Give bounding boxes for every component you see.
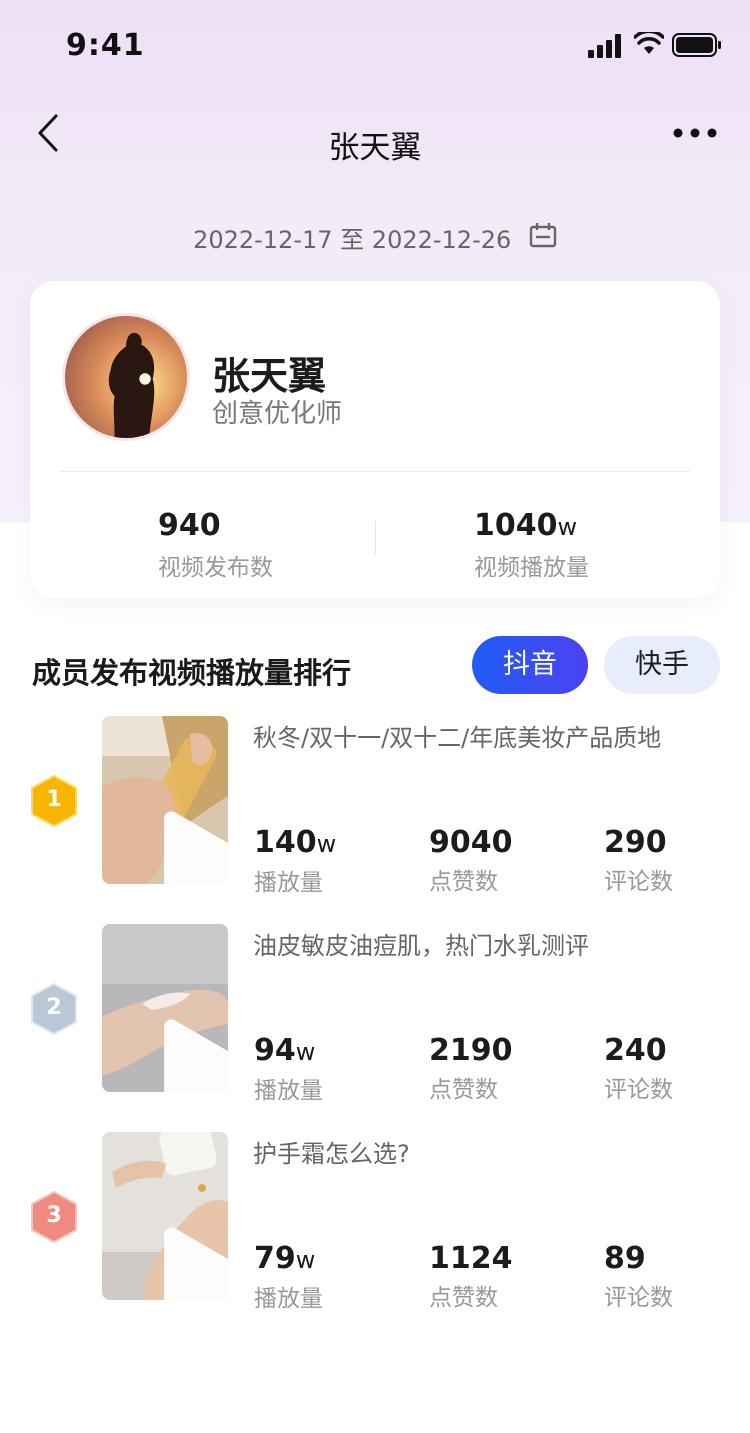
video-thumbnail[interactable]: [102, 716, 228, 884]
video-title: 秋冬/双十一/双十二/年底美妆产品质地: [253, 724, 662, 752]
date-range-selector[interactable]: 2022-12-17 至 2022-12-26: [0, 220, 750, 255]
rank-number: 3: [46, 1203, 62, 1228]
video-title: 油皮敏皮油痘肌，热门水乳测评: [253, 932, 589, 960]
stat-video-plays: 1040w 视频播放量: [474, 509, 674, 582]
more-icon[interactable]: [670, 120, 720, 146]
metric-label: 评论数: [604, 1077, 673, 1103]
metric-likes: 1124 点赞数: [429, 1242, 589, 1312]
play-icon: [164, 811, 228, 884]
video-thumbnail[interactable]: [102, 924, 228, 1092]
metric-value: 1124: [429, 1241, 513, 1276]
list-item[interactable]: 2 油皮敏皮油痘肌，热门水乳测评 94w 播放量 2190 点赞数 240 评论…: [0, 924, 750, 1104]
metric-value: 290: [604, 825, 667, 860]
stat-value: 1040w: [474, 508, 578, 543]
metric-plays: 94w 播放量: [254, 1034, 414, 1105]
metric-likes: 9040 点赞数: [429, 826, 589, 896]
video-thumbnail[interactable]: [102, 1132, 228, 1300]
rank-badge: 1: [30, 774, 78, 828]
calendar-icon: [529, 222, 557, 247]
stat-label: 视频播放量: [474, 555, 589, 581]
rank-number: 2: [46, 995, 62, 1020]
metric-comments: 290 评论数: [604, 826, 750, 896]
page-title: 张天翼: [328, 130, 422, 166]
metric-likes: 2190 点赞数: [429, 1034, 589, 1104]
metric-plays: 79w 播放量: [254, 1242, 414, 1313]
metric-label: 播放量: [254, 1078, 323, 1104]
profile-role: 创意优化师: [212, 399, 343, 429]
metric-label: 点赞数: [429, 869, 498, 895]
metric-value: 9040: [429, 825, 513, 860]
metric-value: 89: [604, 1241, 646, 1276]
metric-value: 140w: [254, 825, 337, 860]
metric-label: 播放量: [254, 1286, 323, 1312]
metric-value: 2190: [429, 1033, 513, 1068]
status-bar: 9:41: [0, 0, 750, 90]
metric-value: 94w: [254, 1033, 316, 1068]
list-item[interactable]: 3 护手霜怎么选? 79w 播放量 1124 点赞数 89 评论数: [0, 1132, 750, 1312]
stat-value: 940: [158, 508, 221, 543]
metric-value: 240: [604, 1033, 667, 1068]
play-icon: [164, 1227, 228, 1300]
status-time: 9:41: [66, 28, 145, 63]
rank-number: 1: [46, 787, 62, 812]
metric-label: 点赞数: [429, 1077, 498, 1103]
divider: [60, 471, 690, 472]
video-title: 护手霜怎么选?: [253, 1140, 410, 1168]
list-item[interactable]: 1 秋冬/双十一/双十二/年底美妆产品质地 140w 播放量 9040 点赞数 …: [0, 716, 750, 896]
avatar: [62, 313, 190, 441]
rank-badge: 2: [30, 982, 78, 1036]
metric-comments: 89 评论数: [604, 1242, 750, 1312]
tab-kuaishou[interactable]: 快手: [604, 636, 720, 694]
profile-card: 张天翼 创意优化师 940 视频发布数 1040w 视频播放量: [30, 281, 720, 598]
metric-label: 评论数: [604, 869, 673, 895]
metric-label: 播放量: [254, 870, 323, 896]
metric-value: 79w: [254, 1241, 316, 1276]
signal-icon: [588, 34, 621, 58]
stat-video-count: 940 视频发布数: [158, 509, 358, 582]
metric-plays: 140w 播放量: [254, 826, 414, 897]
metric-label: 评论数: [604, 1285, 673, 1311]
metric-comments: 240 评论数: [604, 1034, 750, 1104]
rank-badge: 3: [30, 1190, 78, 1244]
profile-name: 张天翼: [212, 354, 327, 398]
divider: [375, 521, 376, 555]
play-icon: [164, 1019, 228, 1092]
section-title: 成员发布视频播放量排行: [32, 656, 352, 690]
battery-icon: [672, 33, 721, 57]
wifi-icon: [634, 32, 664, 54]
date-range-text: 2022-12-17 至 2022-12-26: [193, 226, 512, 254]
stat-label: 视频发布数: [158, 555, 273, 581]
tab-douyin[interactable]: 抖音: [472, 636, 588, 694]
metric-label: 点赞数: [429, 1285, 498, 1311]
